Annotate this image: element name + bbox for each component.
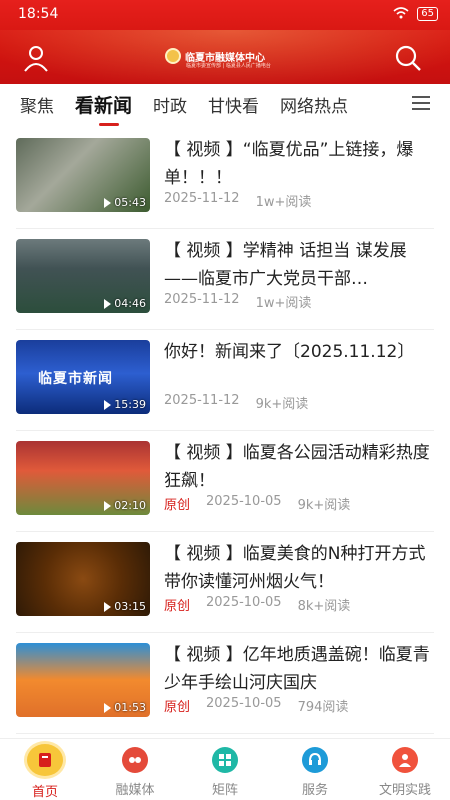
play-icon [104,702,112,713]
video-duration: 04:46 [104,297,146,310]
news-date: 2025-11-12 [164,292,240,307]
news-item[interactable]: 01:53 【 视频 】亿年地质遇盖碗！临夏青少年手绘山河庆国庆 原创 2025… [16,633,434,734]
tab-hot-topics[interactable]: 网络热点 [280,92,348,117]
nav-label: 矩阵 [211,783,238,798]
wifi-icon [393,6,409,22]
app-header: 18:54 65 临夏市融媒体中心 临夏市委宣传部 | 临夏县人民广播电台 [0,0,450,84]
play-icon [104,399,112,410]
news-thumbnail: 05:43 [16,138,150,212]
nav-matrix[interactable]: 矩阵 [180,739,270,800]
news-meta: 原创 2025-10-05 794阅读 [164,696,348,715]
tab-news[interactable]: 看新闻 [75,91,132,126]
news-reads: 1w+阅读 [255,296,312,311]
news-meta: 2025-11-12 1w+阅读 [164,292,311,311]
news-reads: 794阅读 [297,700,349,715]
tab-focus[interactable]: 聚焦 [20,92,54,117]
original-badge: 原创 [164,700,191,715]
logo-mark [165,48,181,64]
home-icon [24,741,66,779]
news-thumbnail: 04:46 [16,239,150,313]
news-title: 【 视频 】临夏美食的N种打开方式 带你读懂河州烟火气！ [164,544,426,592]
news-reads: 8k+阅读 [297,599,351,614]
bottom-navigation: 首页 融媒体 矩阵 服务 文明实践 [0,738,450,800]
video-duration: 05:43 [104,196,146,209]
original-badge: 原创 [164,599,191,614]
thumbnail-caption: 临夏市新闻 [38,371,113,387]
nav-home[interactable]: 首页 [0,739,90,800]
battery-indicator: 65 [417,7,438,21]
news-title: 【 视频 】学精神 话担当 谋发展——临夏市广大党员干部… [164,241,407,289]
logo-subtitle: 临夏市委宣传部 | 临夏县人民广播电台 [186,63,271,69]
video-duration: 03:15 [104,600,146,613]
news-reads: 1w+阅读 [255,195,312,210]
news-reads: 9k+阅读 [297,498,351,513]
news-date: 2025-10-05 [206,494,282,509]
news-thumbnail: 03:15 [16,542,150,616]
news-title: 【 视频 】亿年地质遇盖碗！临夏青少年手绘山河庆国庆 [164,645,430,693]
news-meta: 2025-11-12 1w+阅读 [164,191,311,210]
user-profile-button[interactable] [18,40,54,76]
news-title: 【 视频 】“临夏优品”上链接，爆单！！！ [164,140,414,188]
nav-label: 融媒体 [115,783,155,798]
news-item[interactable]: 03:15 【 视频 】临夏美食的N种打开方式 带你读懂河州烟火气！ 原创 20… [16,532,434,633]
nav-label: 文明实践 [378,783,431,798]
video-duration: 15:39 [104,398,146,411]
news-title: 你好！新闻来了〔2025.11.12〕 [164,342,415,362]
news-date: 2025-11-12 [164,191,240,206]
video-duration: 01:53 [104,701,146,714]
news-date: 2025-10-05 [206,595,282,610]
video-duration: 02:10 [104,499,146,512]
news-date: 2025-11-12 [164,393,240,408]
original-badge: 原创 [164,498,191,513]
nav-label: 首页 [31,785,58,800]
nav-service[interactable]: 服务 [270,739,360,800]
news-item[interactable]: 05:43 【 视频 】“临夏优品”上链接，爆单！！！ 2025-11-12 1… [16,128,434,229]
service-icon [302,747,328,773]
nav-media[interactable]: 融媒体 [90,739,180,800]
news-meta: 2025-11-12 9k+阅读 [164,393,308,412]
play-icon [104,197,112,208]
media-icon [122,747,148,773]
news-item[interactable]: 04:46 【 视频 】学精神 话担当 谋发展——临夏市广大党员干部… 2025… [16,229,434,330]
news-title: 【 视频 】临夏各公园活动精彩热度狂飙！ [164,443,430,491]
play-icon [104,500,112,511]
menu-icon[interactable] [412,96,430,110]
news-thumbnail: 临夏市新闻 15:39 [16,340,150,414]
status-bar: 18:54 65 [0,0,450,28]
tab-gansu-look[interactable]: 甘快看 [208,92,259,117]
news-meta: 原创 2025-10-05 9k+阅读 [164,494,350,513]
status-time: 18:54 [18,6,59,22]
search-button[interactable] [390,40,426,76]
nav-label: 服务 [301,783,328,798]
civilization-icon [392,747,418,773]
news-item[interactable]: 02:10 【 视频 】临夏各公园活动精彩热度狂飙！ 原创 2025-10-05… [16,431,434,532]
matrix-icon [212,747,238,773]
news-date: 2025-10-05 [206,696,282,711]
news-reads: 9k+阅读 [255,397,309,412]
user-icon [24,46,48,72]
tab-politics[interactable]: 时政 [153,92,187,117]
news-list: 05:43 【 视频 】“临夏优品”上链接，爆单！！！ 2025-11-12 1… [0,128,450,734]
news-thumbnail: 01:53 [16,643,150,717]
category-tabs: 聚焦 看新闻 时政 甘快看 网络热点 [0,84,450,126]
nav-civilization[interactable]: 文明实践 [360,739,450,800]
play-icon [104,601,112,612]
search-icon [395,45,421,71]
news-thumbnail: 02:10 [16,441,150,515]
news-item[interactable]: 临夏市新闻 15:39 你好！新闻来了〔2025.11.12〕 2025-11-… [16,330,434,431]
play-icon [104,298,112,309]
news-meta: 原创 2025-10-05 8k+阅读 [164,595,350,614]
